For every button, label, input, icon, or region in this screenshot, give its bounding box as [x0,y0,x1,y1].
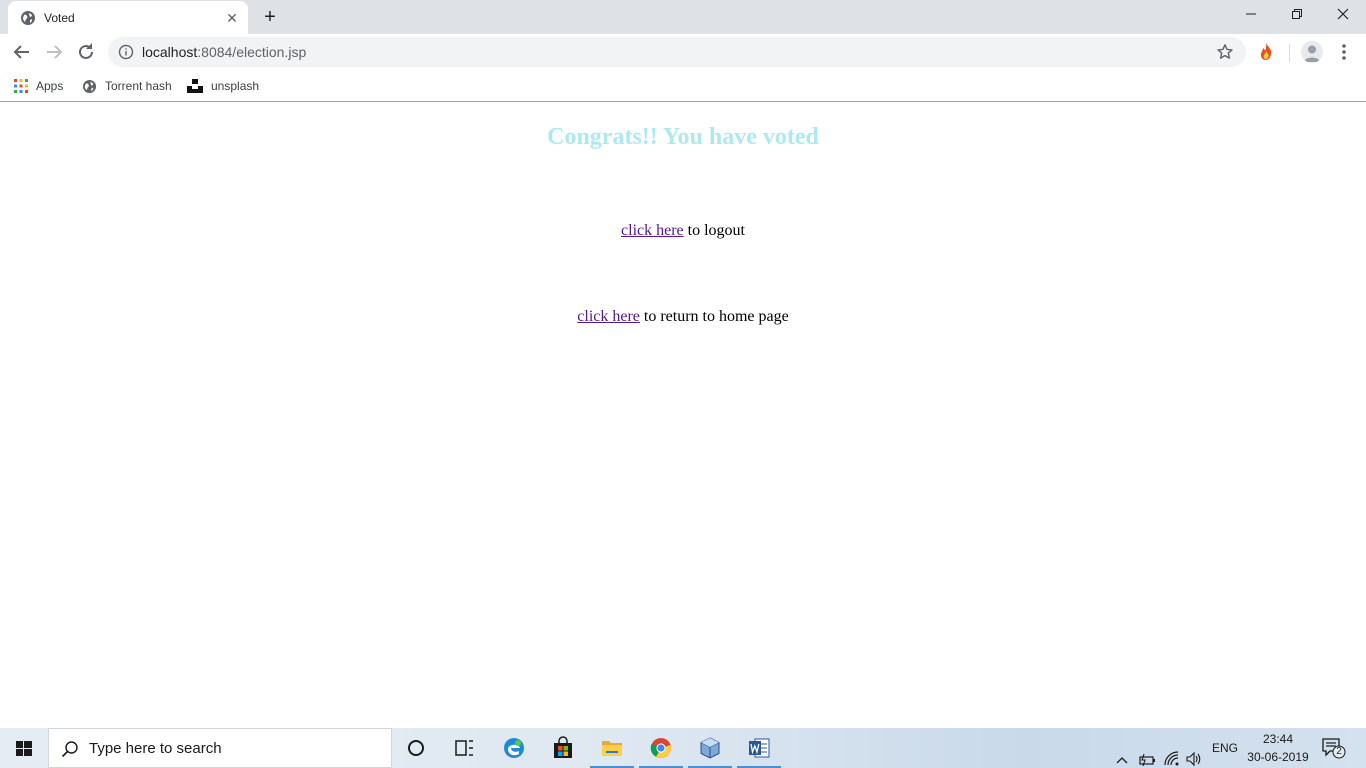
apps-grid-icon [14,79,28,93]
home-link[interactable]: click here [577,308,640,325]
reload-button[interactable] [72,38,100,66]
new-tab-button[interactable]: + [258,6,282,30]
notification-count: 2 [1336,746,1342,757]
volume-icon[interactable] [1185,739,1203,768]
bookmark-torrent-hash[interactable]: Torrent hash [82,74,172,98]
clock-date: 30-06-2019 [1247,750,1309,764]
language-indicator[interactable]: ENG [1212,740,1238,768]
home-line: click here to return to home page [0,307,1366,327]
close-icon [1337,8,1349,20]
windows-logo-icon [16,741,32,756]
url-host: localhost [142,44,198,60]
globe-icon [21,11,35,25]
globe-icon [82,79,97,93]
page-content: Congrats!! You have voted click here to … [0,103,1366,728]
minimize-button[interactable] [1228,0,1274,32]
search-icon [61,741,78,758]
virtualbox-button[interactable] [686,728,734,768]
extension-fire-icon[interactable] [1256,42,1276,62]
word-icon [749,738,770,758]
restore-icon [1292,9,1302,19]
clock-time: 23:44 [1262,732,1294,746]
info-icon[interactable] [118,44,134,60]
wifi-icon[interactable] [1163,739,1181,768]
url-path: :8084/election.jsp [197,44,307,60]
back-button[interactable] [8,38,36,66]
windows-taskbar: Type here to search ENG 23:44 30-06-2019… [0,728,1366,768]
more-menu-icon[interactable] [1336,42,1352,62]
battery-icon[interactable] [1138,740,1156,768]
chevron-up-icon[interactable] [1114,740,1130,768]
clock[interactable]: 23:44 30-06-2019 [1244,730,1312,766]
reload-icon [79,43,93,59]
start-button[interactable] [0,728,48,768]
file-explorer-button[interactable] [588,728,636,768]
file-explorer-icon [602,741,622,756]
toolbar-divider [1289,44,1290,62]
search-placeholder: Type here to search [89,740,222,757]
bookmark-label: unsplash [211,79,260,93]
bookmark-apps[interactable]: Apps [14,74,63,98]
url-text: localhost:8084/election.jsp [142,44,306,60]
cortana-button[interactable] [392,728,440,768]
edge-icon [504,738,524,758]
close-window-button[interactable] [1320,0,1366,32]
bookmark-unsplash[interactable]: unsplash [187,74,259,98]
word-button[interactable] [735,728,783,768]
task-view-button[interactable] [440,728,488,768]
forward-arrow-icon [47,45,63,59]
browser-toolbar: localhost:8084/election.jsp [0,34,1366,70]
browser-tab[interactable]: Voted ✕ [8,1,248,34]
close-tab-icon[interactable]: ✕ [223,9,241,27]
logout-line: click here to logout [0,221,1366,241]
tab-strip: Voted ✕ + [0,0,1366,34]
back-arrow-icon [13,45,29,59]
restore-button[interactable] [1274,0,1320,32]
unsplash-logo-icon [187,79,203,93]
store-button[interactable] [539,728,587,768]
cortana-icon [408,740,424,756]
logout-link[interactable]: click here [621,222,684,239]
bookmark-label: Apps [36,79,64,93]
chrome-icon [650,738,671,759]
bookmark-label: Torrent hash [105,79,172,93]
edge-button[interactable] [490,728,538,768]
action-center-button[interactable]: 2 [1320,736,1346,760]
bookmark-star-icon[interactable] [1216,43,1234,61]
congrats-heading: Congrats!! You have voted [547,124,819,150]
minimize-icon [1246,13,1256,15]
store-icon [554,736,572,758]
taskbar-search[interactable]: Type here to search [48,728,392,768]
address-bar[interactable]: localhost:8084/election.jsp [108,37,1246,67]
task-view-icon [455,740,473,756]
home-text: to return to home page [639,308,789,325]
logout-text: to logout [683,222,745,239]
person-icon [1304,45,1320,62]
profile-avatar[interactable] [1301,41,1323,63]
virtualbox-icon [700,737,720,759]
chrome-button[interactable] [637,728,685,768]
forward-button[interactable] [40,38,68,66]
bookmarks-bar: Apps Torrent hash unsplash [0,70,1366,102]
tab-title: Voted [44,11,75,25]
